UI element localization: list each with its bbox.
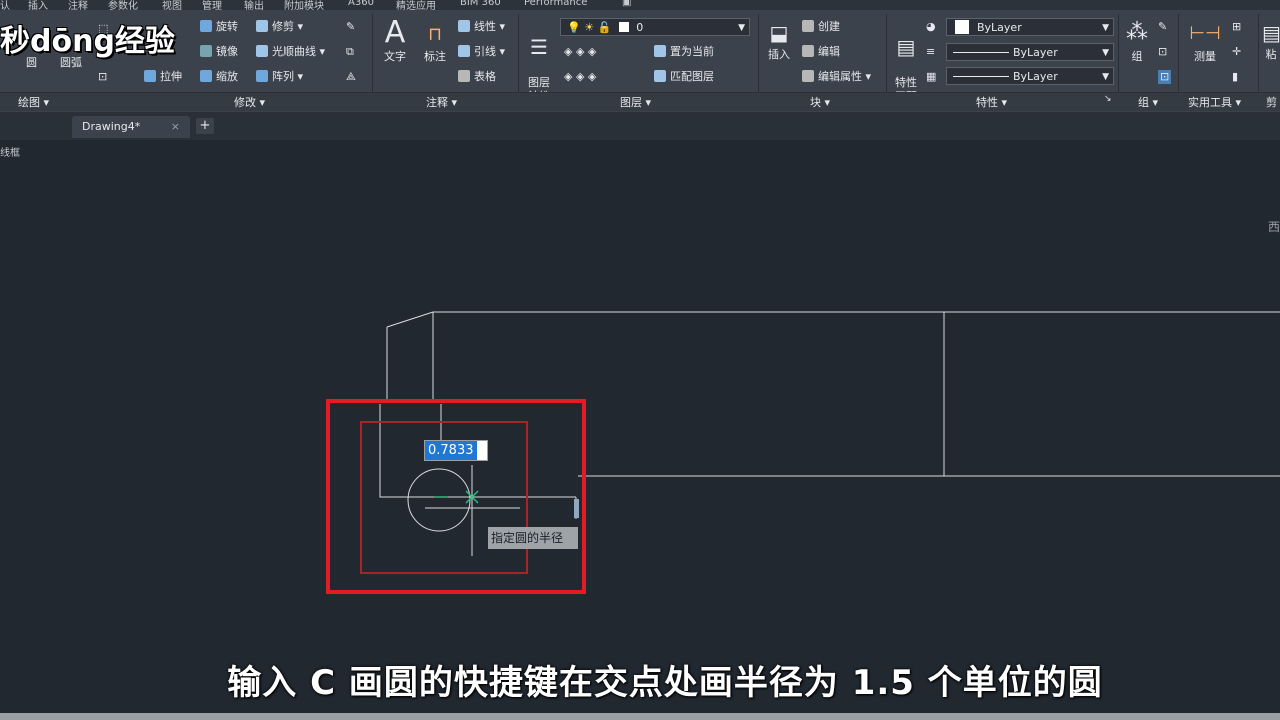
drawing-geometry [360, 311, 1280, 574]
drawing-line [386, 311, 434, 328]
highlight-box [326, 399, 586, 594]
status-bar-edge [0, 713, 1280, 720]
tutorial-subtitle: 输入 C 画圆的快捷键在交点处画半径为 1.5 个单位的圆 [227, 663, 1103, 703]
